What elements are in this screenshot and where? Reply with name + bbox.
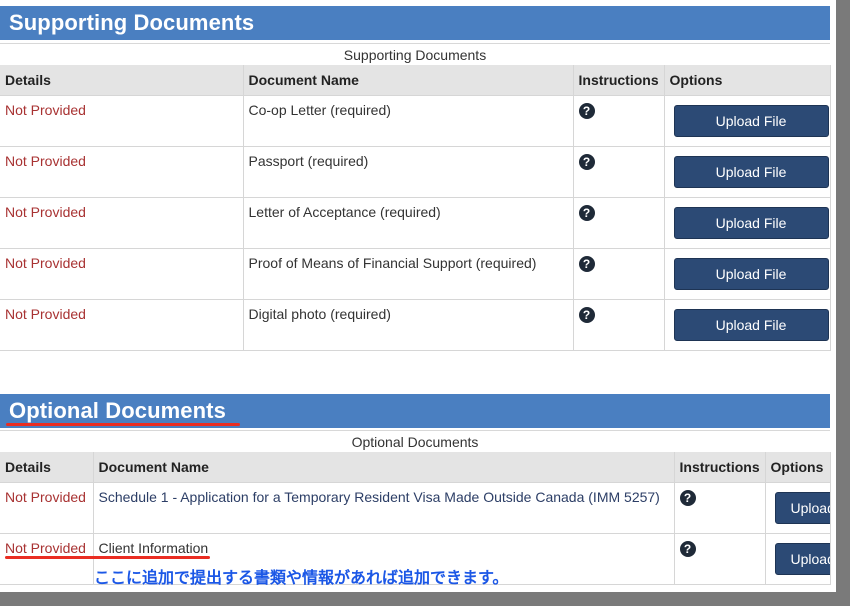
instructions-cell: ? (674, 482, 766, 534)
help-icon[interactable]: ? (578, 102, 595, 119)
options-cell: Upload File (765, 533, 831, 585)
help-icon[interactable]: ? (578, 153, 595, 170)
instructions-cell: ? (573, 299, 665, 351)
annotation-text: ここに追加で提出する書類や情報があれば追加できます。 (94, 568, 509, 587)
column-header-details: Details (0, 65, 244, 96)
column-header-options: Options (765, 452, 831, 483)
options-cell: Upload File (664, 95, 831, 147)
options-cell: Upload File (664, 299, 831, 351)
document-name: Co-op Letter (required) (248, 101, 391, 118)
highlight-underline (5, 556, 210, 559)
instructions-cell: ? (573, 248, 665, 300)
column-header-instructions: Instructions (573, 65, 665, 96)
document-name-cell: Digital photo (required) (243, 299, 574, 351)
table-row: Not Provided Letter of Acceptance (requi… (0, 197, 831, 249)
optional-documents-caption: Optional Documents (0, 430, 830, 452)
highlight-underline (6, 423, 240, 426)
document-name-cell: Co-op Letter (required) (243, 95, 574, 147)
document-name: Passport (required) (248, 152, 369, 169)
status-cell: Not Provided (0, 299, 244, 351)
options-cell: Upload File (664, 146, 831, 198)
instructions-cell: ? (674, 533, 766, 585)
supporting-documents-header: Supporting Documents (0, 6, 830, 40)
upload-file-button[interactable]: Upload File (673, 104, 829, 137)
column-header-details: Details (0, 452, 94, 483)
help-icon[interactable]: ? (679, 540, 696, 557)
page: Supporting Documents Supporting Document… (0, 0, 836, 592)
status-not-provided: Not Provided (5, 254, 86, 271)
options-cell: Upload File (664, 197, 831, 249)
status-cell: Not Provided (0, 248, 244, 300)
supporting-documents-table: Details Document Name Instructions Optio… (0, 65, 831, 351)
instructions-cell: ? (573, 146, 665, 198)
table-row: Not Provided Proof of Means of Financial… (0, 248, 831, 300)
status-not-provided: Not Provided (5, 101, 86, 118)
document-name: Proof of Means of Financial Support (req… (248, 254, 537, 271)
status-cell: Not Provided (0, 482, 94, 534)
status-cell: Not Provided (0, 197, 244, 249)
document-name: Schedule 1 - Application for a Temporary… (98, 488, 660, 505)
table-header-row: Details Document Name Instructions Optio… (0, 65, 831, 96)
upload-file-button[interactable]: Upload File (673, 308, 829, 341)
column-header-instructions: Instructions (674, 452, 766, 483)
document-name-cell: Letter of Acceptance (required) (243, 197, 574, 249)
status-not-provided: Not Provided (5, 539, 86, 556)
supporting-documents-caption: Supporting Documents (0, 43, 830, 65)
help-icon[interactable]: ? (679, 489, 696, 506)
instructions-cell: ? (573, 197, 665, 249)
table-row: Not Provided Co-op Letter (required) ? U… (0, 95, 831, 147)
status-not-provided: Not Provided (5, 203, 86, 220)
upload-file-button[interactable]: Upload File (673, 206, 829, 239)
column-header-options: Options (664, 65, 831, 96)
status-not-provided: Not Provided (5, 305, 86, 322)
table-row: Not Provided Passport (required) ? Uploa… (0, 146, 831, 198)
upload-file-button[interactable]: Upload File (774, 542, 829, 575)
options-cell: Upload File (765, 482, 831, 534)
help-icon[interactable]: ? (578, 306, 595, 323)
upload-file-button[interactable]: Upload File (673, 257, 829, 290)
upload-file-button[interactable]: Upload File (774, 491, 829, 524)
table-row: Not Provided Schedule 1 - Application fo… (0, 482, 831, 534)
document-name: Digital photo (required) (248, 305, 391, 322)
column-header-document-name: Document Name (93, 452, 675, 483)
table-header-row: Details Document Name Instructions Optio… (0, 452, 831, 483)
status-not-provided: Not Provided (5, 152, 86, 169)
document-name-cell: Schedule 1 - Application for a Temporary… (93, 482, 675, 534)
document-name: Client Information (98, 539, 209, 556)
table-row: Not Provided Digital photo (required) ? … (0, 299, 831, 351)
options-cell: Upload File (664, 248, 831, 300)
status-not-provided: Not Provided (5, 488, 86, 505)
instructions-cell: ? (573, 95, 665, 147)
document-name-cell: Proof of Means of Financial Support (req… (243, 248, 574, 300)
column-header-document-name: Document Name (243, 65, 574, 96)
help-icon[interactable]: ? (578, 255, 595, 272)
status-cell: Not Provided (0, 95, 244, 147)
document-name-cell: Passport (required) (243, 146, 574, 198)
status-cell: Not Provided (0, 146, 244, 198)
document-name: Letter of Acceptance (required) (248, 203, 441, 220)
help-icon[interactable]: ? (578, 204, 595, 221)
upload-file-button[interactable]: Upload File (673, 155, 829, 188)
